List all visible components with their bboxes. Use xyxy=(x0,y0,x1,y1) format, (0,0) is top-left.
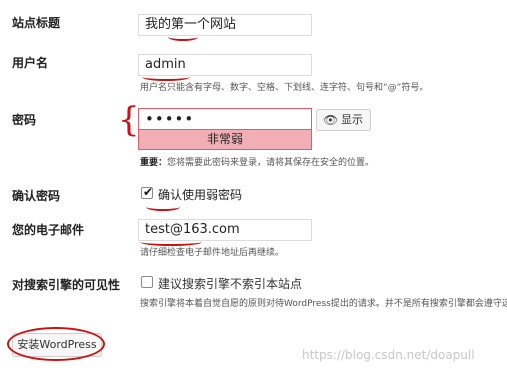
password-label: 密码 xyxy=(12,113,37,127)
password-strength-meter: 非常弱 xyxy=(138,129,312,150)
site-title-label: 站点标题 xyxy=(12,16,61,30)
annotation-brace: { xyxy=(118,100,140,140)
email-label: 您的电子邮件 xyxy=(12,223,85,237)
annotation-underline xyxy=(168,33,198,41)
username-label: 用户名 xyxy=(12,56,49,70)
confirm-weak-password-label: 确认使用弱密码 xyxy=(158,188,243,202)
annotation-circle xyxy=(7,327,105,361)
discourage-search-label: 建议搜索引擎不索引本站点 xyxy=(158,277,303,291)
confirm-password-label: 确认密码 xyxy=(12,189,61,203)
password-input[interactable]: ••••• xyxy=(138,108,312,130)
show-password-label: 显示 xyxy=(341,113,363,126)
confirm-weak-password-checkbox[interactable]: ✔ xyxy=(141,185,154,199)
search-visibility-hint: 搜索引擎将本着自觉自愿的原则对待WordPress提出的请求。并不是所有搜索引擎… xyxy=(140,299,507,309)
checkmark-icon: ✔ xyxy=(143,185,154,199)
password-important-note: 重要：您将需要此密码来登录，请将其保存在安全的位置。 xyxy=(140,155,374,168)
discourage-search-checkbox[interactable] xyxy=(141,276,153,288)
eye-icon: 👁 xyxy=(323,113,339,127)
search-visibility-label: 对搜索引擎的可见性 xyxy=(12,278,121,292)
annotation-underline xyxy=(146,203,180,211)
watermark: https://blog.csdn.net/doapull xyxy=(302,348,475,362)
show-password-button[interactable]: 👁 显示 xyxy=(316,109,371,131)
site-title-input[interactable]: 我的第一个网站 xyxy=(138,14,312,36)
important-label: 重要： xyxy=(140,158,168,168)
important-text: 您将需要此密码来登录，请将其保存在安全的位置。 xyxy=(167,158,375,168)
email-hint: 请仔细检查电子邮件地址后再继续。 xyxy=(140,248,285,258)
username-hint: 用户名只能含有字母、数字、空格、下划线、连字符、句号和“@”符号。 xyxy=(140,83,429,93)
